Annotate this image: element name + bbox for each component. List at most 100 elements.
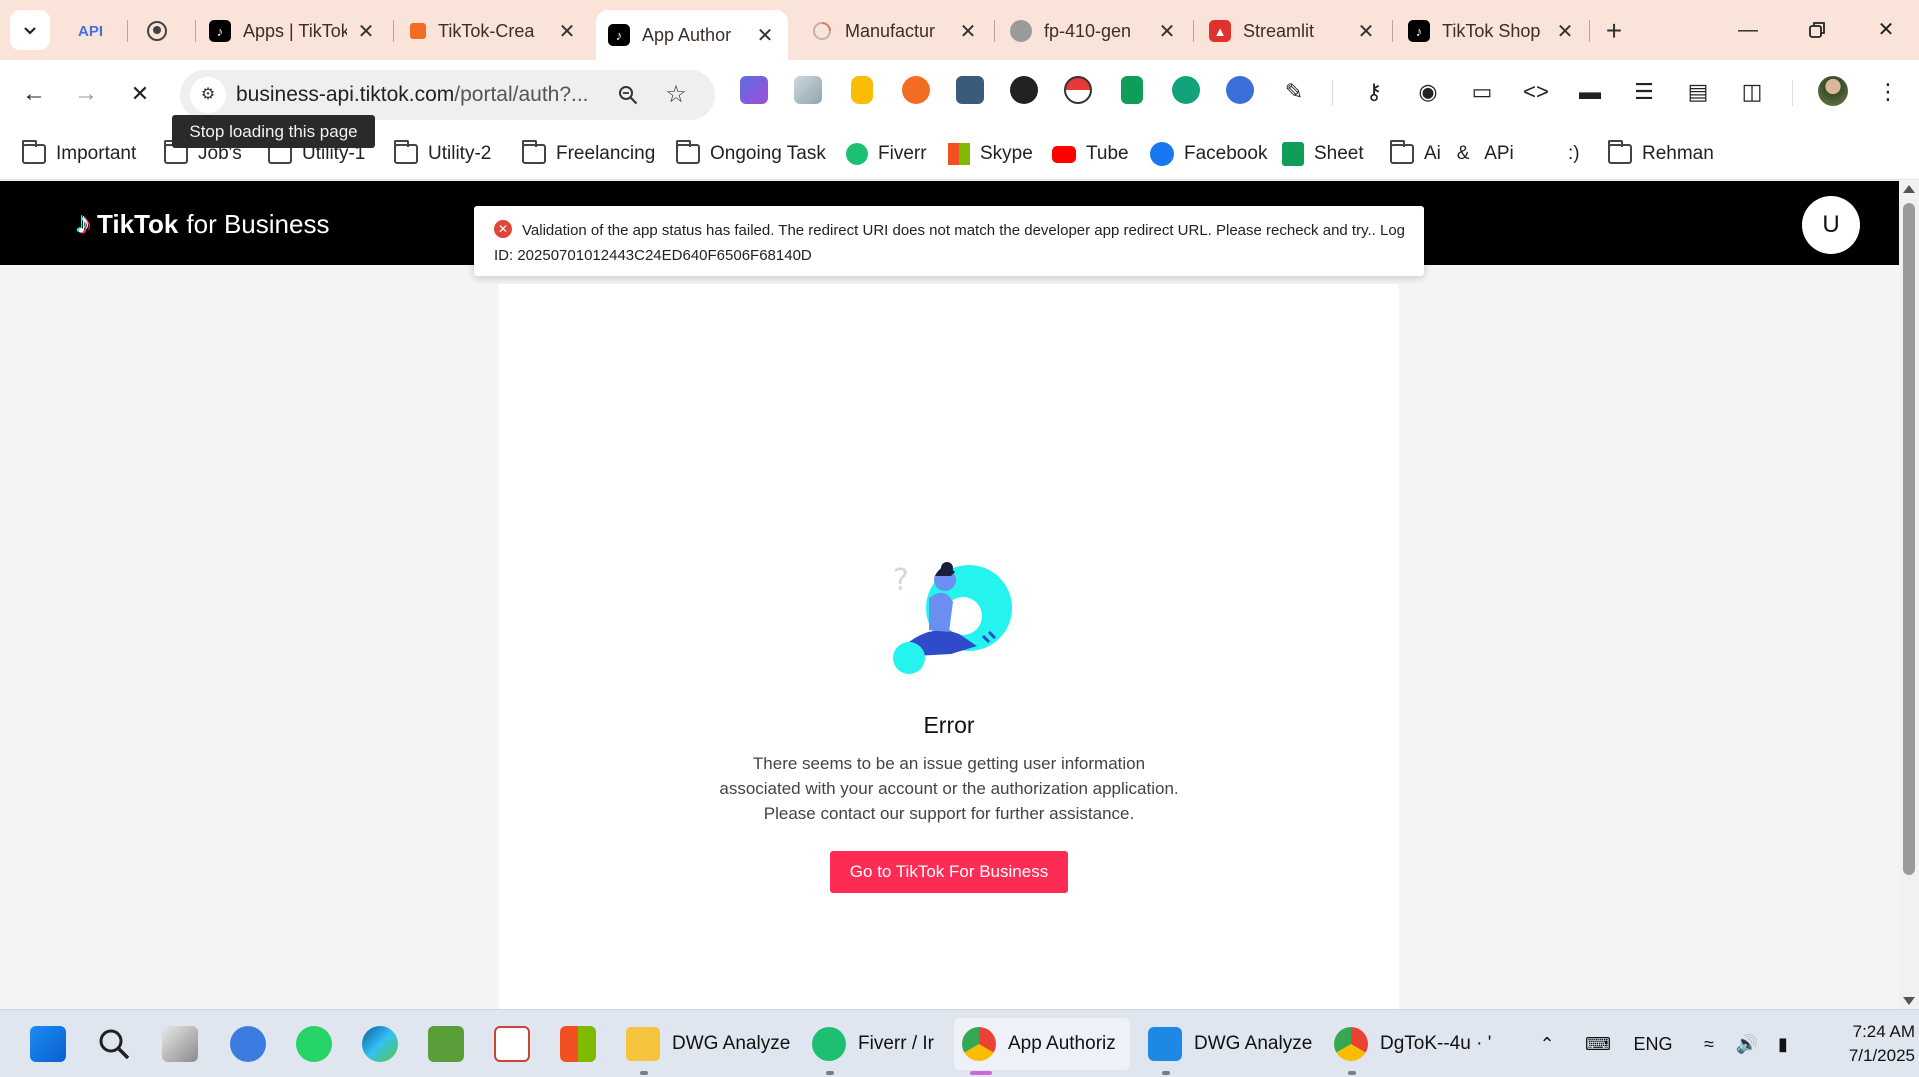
site-info-icon[interactable]: ⚙	[190, 77, 226, 113]
close-icon[interactable]: ✕	[957, 19, 979, 44]
file-explorer-icon	[626, 1027, 660, 1061]
image-editor-icon[interactable]	[428, 1026, 464, 1062]
taskbar-app-chrome-2[interactable]: DgToK--4u · '	[1326, 1018, 1496, 1070]
bookmark-rehman[interactable]: Rehman	[1608, 138, 1714, 170]
chrome-profile-icon[interactable]	[230, 1026, 266, 1062]
whatsapp-icon[interactable]	[296, 1026, 332, 1062]
tab-fp-410[interactable]: fp-410-gen ✕	[998, 8, 1190, 54]
tab-streamlit[interactable]: ▲ Streamlit ✕	[1197, 8, 1389, 54]
microsoft-store-icon[interactable]	[560, 1026, 596, 1062]
bookmark-ai-api[interactable]: Ai & APi	[1390, 138, 1514, 170]
reading-mode-icon[interactable]: ▤	[1680, 74, 1716, 110]
tab-github[interactable]	[134, 8, 194, 54]
close-window-button[interactable]: ✕	[1863, 10, 1909, 50]
tab-apps-tiktok[interactable]: ♪ Apps | TikTok ✕	[197, 8, 389, 54]
extension-green-doc-icon[interactable]	[1121, 76, 1143, 104]
close-icon[interactable]: ✕	[355, 19, 377, 44]
extension-shield-icon[interactable]	[1226, 76, 1254, 104]
page-scrollbar[interactable]	[1899, 181, 1919, 1009]
snipping-tool-icon[interactable]	[494, 1026, 530, 1062]
extensions-puzzle-icon[interactable]: ✎	[1276, 74, 1312, 110]
windows-taskbar: DWG Analyze Fiverr / Ir App Authoriz DWG…	[0, 1009, 1919, 1077]
scroll-down-arrow-icon[interactable]	[1903, 997, 1915, 1005]
new-tab-button[interactable]: +	[1596, 14, 1632, 50]
extension-square-icon[interactable]	[956, 76, 984, 104]
bookmark-sheet[interactable]: Sheet	[1282, 138, 1364, 170]
close-icon[interactable]: ✕	[754, 23, 776, 48]
tab-tiktok-shop[interactable]: ♪ TikTok Shop ✕	[1396, 8, 1588, 54]
wifi-icon[interactable]: ≈	[1692, 1024, 1726, 1064]
user-avatar[interactable]: U	[1802, 196, 1860, 254]
taskbar-app-vscode[interactable]: DWG Analyze	[1140, 1018, 1320, 1070]
github-icon	[146, 20, 168, 42]
scrollbar-thumb[interactable]	[1903, 203, 1915, 875]
url-path: /portal/auth?...	[454, 83, 589, 106]
tab-separator	[1589, 20, 1590, 42]
minimize-button[interactable]: —	[1725, 10, 1771, 50]
code-icon[interactable]: <>	[1518, 74, 1554, 110]
list-icon[interactable]: ☰	[1626, 74, 1662, 110]
taskbar-app-fiverr[interactable]: Fiverr / Ir	[804, 1018, 942, 1070]
close-icon[interactable]: ✕	[556, 19, 578, 44]
close-icon[interactable]: ✕	[1554, 19, 1576, 44]
extension-image-icon[interactable]	[794, 76, 822, 104]
tab-api[interactable]: API	[66, 8, 126, 54]
bookmark-star-icon[interactable]: ☆	[660, 79, 692, 111]
tab-manufactur[interactable]: Manufactur ✕	[799, 8, 991, 54]
bookmark-tube[interactable]: Tube	[1052, 138, 1129, 170]
card-icon[interactable]: ▬	[1572, 74, 1608, 110]
close-icon[interactable]: ✕	[1156, 19, 1178, 44]
volume-icon[interactable]: 🔊	[1730, 1024, 1764, 1064]
stop-loading-button[interactable]: ✕	[120, 74, 160, 114]
menu-kebab-icon[interactable]: ⋮	[1870, 74, 1906, 110]
bookmark-freelancing[interactable]: Freelancing	[522, 138, 655, 170]
close-icon[interactable]: ✕	[1355, 19, 1377, 44]
bookmark-important[interactable]: Important	[22, 138, 136, 170]
bookmark-label: Skype	[980, 143, 1033, 164]
extension-purple-icon[interactable]	[740, 76, 768, 104]
extension-yellow-icon[interactable]	[851, 76, 873, 104]
task-view-icon[interactable]	[162, 1026, 198, 1062]
extension-pokeball-icon[interactable]	[1064, 76, 1092, 104]
search-icon[interactable]	[96, 1026, 132, 1062]
extension-orange-icon[interactable]	[902, 76, 930, 104]
extension-refresh-icon[interactable]	[1172, 76, 1200, 104]
tab-title: API	[78, 22, 104, 40]
tiktok-for-business-logo[interactable]: ♪ TikTok for Business	[76, 207, 329, 241]
bookmark-skype[interactable]: Skype	[948, 138, 1033, 170]
bookmark-smiley[interactable]: :)	[1568, 138, 1580, 170]
chrome-icon	[1334, 1027, 1368, 1061]
edge-icon[interactable]	[362, 1026, 398, 1062]
show-hidden-icons-chevron-icon[interactable]: ⌃	[1530, 1024, 1564, 1064]
bookmark-utility-2[interactable]: Utility-2	[394, 138, 491, 170]
taskbar-app-chrome-active[interactable]: App Authoriz	[954, 1018, 1130, 1070]
forward-button[interactable]: →	[66, 74, 106, 114]
back-button[interactable]: ←	[14, 74, 54, 114]
scroll-up-arrow-icon[interactable]	[1903, 185, 1915, 193]
zoom-icon[interactable]	[612, 79, 644, 111]
side-panel-icon[interactable]: ◫	[1734, 74, 1770, 110]
windows-start-icon[interactable]	[30, 1026, 66, 1062]
restore-button[interactable]	[1794, 10, 1840, 50]
keyboard-icon[interactable]: ⌨	[1578, 1024, 1618, 1064]
taskbar-app-file-explorer[interactable]: DWG Analyze	[618, 1018, 798, 1070]
tab-tiktok-crea[interactable]: TikTok-Crea ✕	[398, 8, 590, 54]
bookmark-facebook[interactable]: Facebook	[1150, 138, 1267, 170]
clock-time: 7:24 AM	[1852, 1022, 1915, 1041]
battery-icon[interactable]: ▮	[1766, 1024, 1800, 1064]
go-to-tiktok-for-business-button[interactable]: Go to TikTok For Business	[830, 851, 1068, 893]
profile-avatar[interactable]	[1818, 76, 1848, 106]
bookmark-fiverr[interactable]: Fiverr	[846, 138, 927, 170]
taskbar-app-label: Fiverr / Ir	[858, 1033, 934, 1054]
bookmark-ongoing-task[interactable]: Ongoing Task	[676, 138, 826, 170]
lens-icon[interactable]: ◉	[1410, 74, 1446, 110]
password-key-icon[interactable]: ⚷	[1356, 74, 1392, 110]
system-clock[interactable]: 7:24 AM 7/1/2025	[1805, 1020, 1915, 1068]
tab-app-authorization[interactable]: ♪ App Author ✕	[596, 10, 788, 60]
tab-search-button[interactable]	[10, 10, 50, 50]
language-indicator[interactable]: ENG	[1628, 1024, 1678, 1064]
devices-icon[interactable]: ▭	[1464, 74, 1500, 110]
extension-panda-icon[interactable]	[1010, 76, 1038, 104]
address-bar[interactable]: ⚙ business-api.tiktok.com/portal/auth?..…	[180, 70, 715, 120]
url-text[interactable]: business-api.tiktok.com/portal/auth?...	[236, 83, 589, 107]
